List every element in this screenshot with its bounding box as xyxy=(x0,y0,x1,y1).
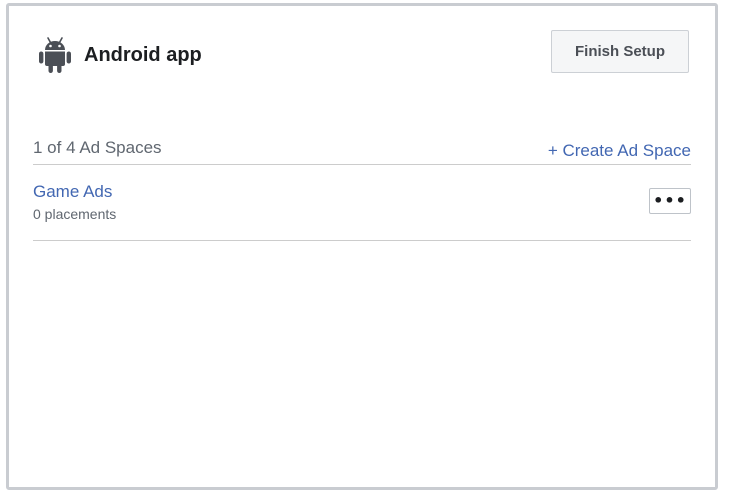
create-ad-space-link[interactable]: + Create Ad Space xyxy=(548,141,691,161)
finish-setup-button[interactable]: Finish Setup xyxy=(551,30,689,73)
android-icon xyxy=(39,37,71,73)
app-header: Android app Finish Setup xyxy=(9,6,715,96)
more-horizontal-icon: ••• xyxy=(653,191,687,210)
ad-spaces-header: 1 of 4 Ad Spaces + Create Ad Space xyxy=(33,134,691,165)
ad-space-name-link[interactable]: Game Ads xyxy=(33,182,112,202)
ad-spaces-count: 1 of 4 Ad Spaces xyxy=(33,138,162,157)
more-options-button[interactable]: ••• xyxy=(649,188,691,214)
app-title: Android app xyxy=(84,44,202,66)
ad-space-row: Game Ads 0 placements ••• xyxy=(33,165,691,241)
app-card: Android app Finish Setup 1 of 4 Ad Space… xyxy=(6,3,718,490)
ad-space-placements: 0 placements xyxy=(33,206,117,222)
